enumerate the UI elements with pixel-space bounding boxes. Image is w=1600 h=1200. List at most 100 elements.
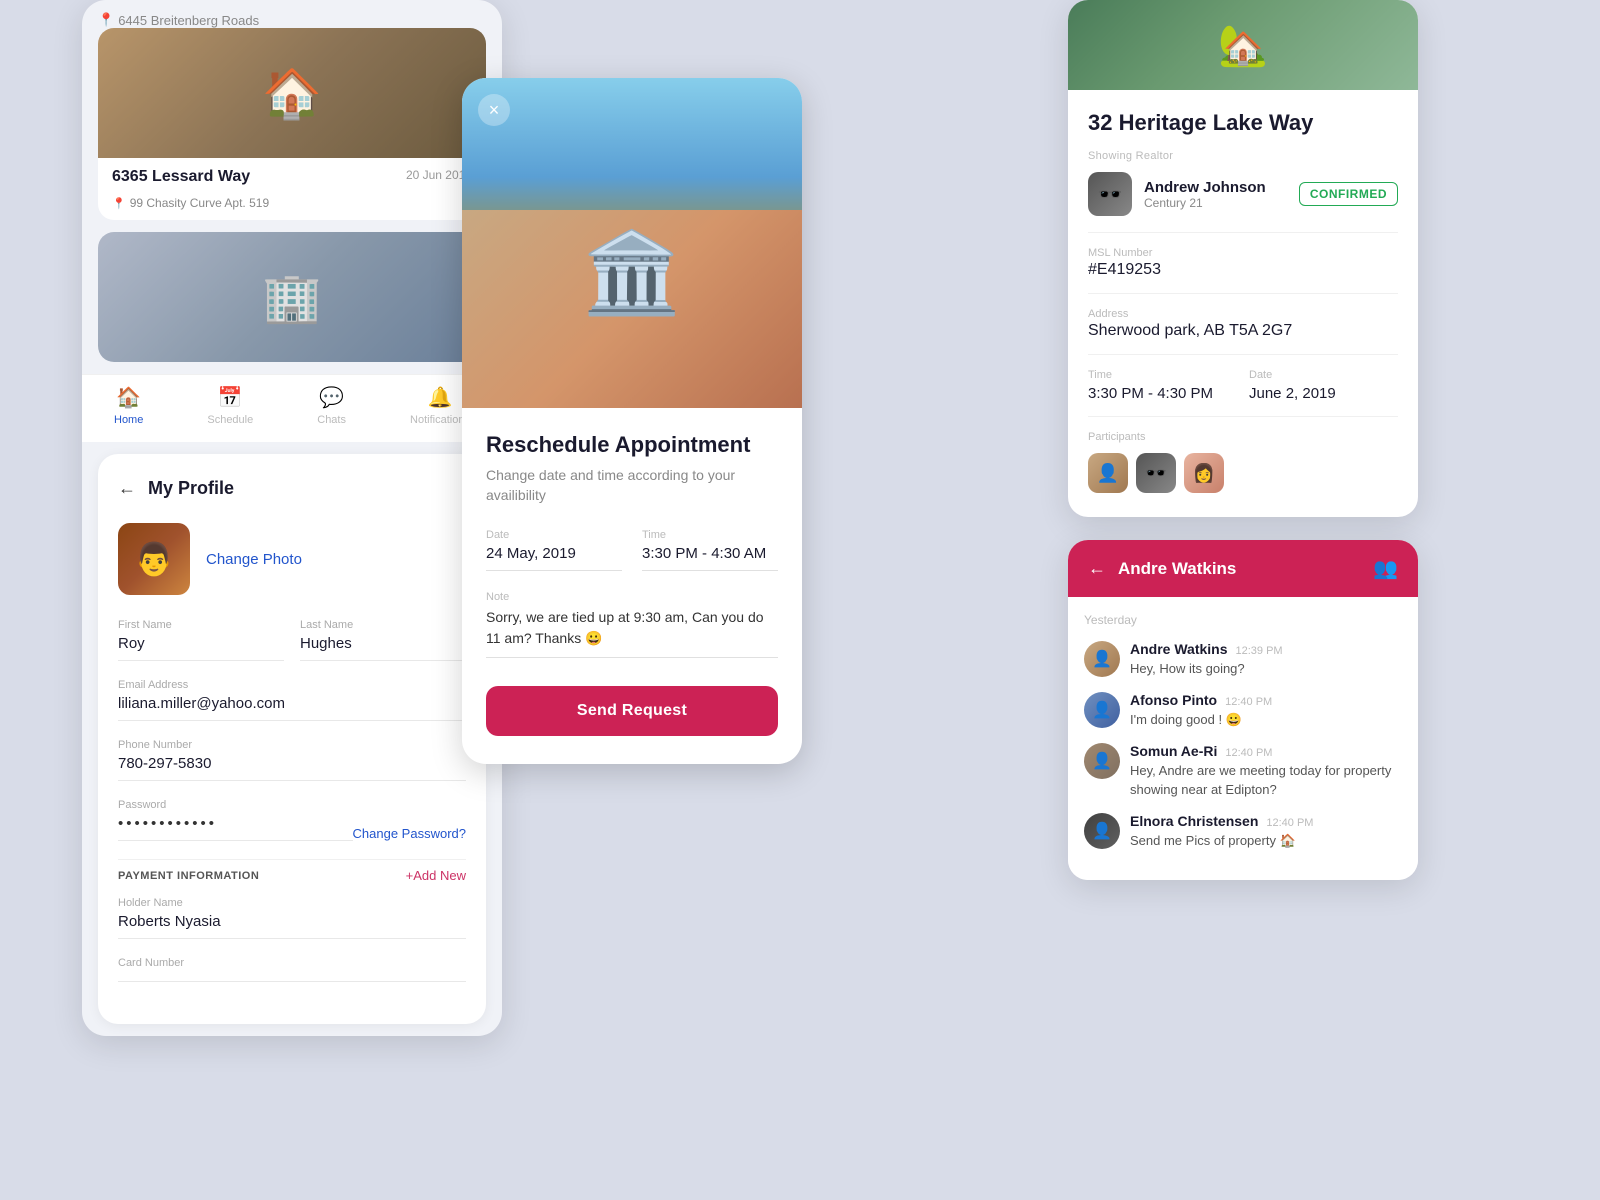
modal-note-value[interactable]: Sorry, we are tied up at 9:30 am, Can yo… <box>486 607 778 658</box>
chat-message-1: 👤 Afonso Pinto 12:40 PM I'm doing good !… <box>1084 692 1402 729</box>
msl-value: #E419253 <box>1088 261 1398 279</box>
modal-subtitle: Change date and time according to your a… <box>486 466 778 505</box>
chat-msg-header-0: Andre Watkins 12:39 PM <box>1130 641 1283 657</box>
chat-msg-text-0: Hey, How its going? <box>1130 660 1283 678</box>
msl-row: MSL Number #E419253 <box>1088 247 1398 279</box>
nav-home-label: Home <box>114 414 143 426</box>
realtor-name: Andrew Johnson <box>1144 179 1266 196</box>
property-card-1[interactable]: 6365 Lessard Way 20 Jun 2019 📍 99 Chasit… <box>98 28 486 220</box>
time-date-grid: Time 3:30 PM - 4:30 PM Date June 2, 2019 <box>1088 369 1398 402</box>
realtor-info: 🕶️ Andrew Johnson Century 21 <box>1088 172 1266 216</box>
modal-note-label: Note <box>486 591 778 603</box>
reschedule-modal: × Reschedule Appointment Change date and… <box>462 78 802 764</box>
modal-date-time-row: Date 24 May, 2019 Time 3:30 PM - 4:30 AM <box>486 529 778 571</box>
chat-msg-name-2: Somun Ae-Ri <box>1130 743 1217 759</box>
chat-avatar-1: 👤 <box>1084 692 1120 728</box>
modal-date-label: Date <box>486 529 622 541</box>
last-name-value[interactable]: Hughes <box>300 635 466 661</box>
chat-back-button[interactable]: ← <box>1088 558 1106 579</box>
chat-msg-name-1: Afonso Pinto <box>1130 692 1217 708</box>
modal-hero-image: × <box>462 78 802 408</box>
password-row: Password •••••••••••• Change Password? <box>118 799 466 841</box>
chat-msg-text-2: Hey, Andre are we meeting today for prop… <box>1130 762 1402 798</box>
chat-msg-header-1: Afonso Pinto 12:40 PM <box>1130 692 1272 708</box>
send-request-button[interactable]: Send Request <box>486 686 778 736</box>
modal-date-value[interactable]: 24 May, 2019 <box>486 545 622 571</box>
time-item: Time 3:30 PM - 4:30 PM <box>1088 369 1237 402</box>
change-photo-button[interactable]: Change Photo <box>206 551 302 568</box>
change-password-link[interactable]: Change Password? <box>353 826 466 841</box>
card-number-row: Card Number <box>118 957 466 982</box>
modal-time-value[interactable]: 3:30 PM - 4:30 AM <box>642 545 778 571</box>
msl-label: MSL Number <box>1088 247 1398 259</box>
password-value[interactable]: •••••••••••• <box>118 815 353 841</box>
property-name-1: 6365 Lessard Way <box>112 168 250 186</box>
realtor-details: Andrew Johnson Century 21 <box>1144 179 1266 210</box>
modal-content: Reschedule Appointment Change date and t… <box>462 408 802 764</box>
nav-chats[interactable]: 💬 Chats <box>317 385 346 426</box>
property-info-1: 6365 Lessard Way 20 Jun 2019 <box>98 158 486 196</box>
time-value: 3:30 PM - 4:30 PM <box>1088 385 1237 402</box>
first-name-value[interactable]: Roy <box>118 635 284 661</box>
date-value: June 2, 2019 <box>1249 385 1398 402</box>
divider-1 <box>1088 232 1398 233</box>
back-arrow-icon[interactable]: ← <box>118 478 136 499</box>
profile-title: My Profile <box>148 478 234 499</box>
chat-panel: ← Andre Watkins 👥 Yesterday 👤 Andre Watk… <box>1068 540 1418 880</box>
participants-row: 👤 🕶️ 👩 <box>1088 453 1398 493</box>
profile-panel: ← My Profile 👨 Change Photo First Name R… <box>98 454 486 1024</box>
nav-home[interactable]: 🏠 Home <box>114 385 143 426</box>
chat-header-left: ← Andre Watkins <box>1088 558 1236 579</box>
address-value: Sherwood park, AB T5A 2G7 <box>1088 322 1398 340</box>
holder-name-value[interactable]: Roberts Nyasia <box>118 913 466 939</box>
add-new-button[interactable]: +Add New <box>406 868 466 883</box>
chat-msg-content-0: Andre Watkins 12:39 PM Hey, How its goin… <box>1130 641 1283 678</box>
payment-title: PAYMENT INFORMATION <box>118 870 259 882</box>
nav-schedule[interactable]: 📅 Schedule <box>207 385 253 426</box>
property-hero-image: 🏡 <box>1068 0 1418 90</box>
chat-message-0: 👤 Andre Watkins 12:39 PM Hey, How its go… <box>1084 641 1402 678</box>
property-detail-panel: 🏡 32 Heritage Lake Way Showing Realtor 🕶… <box>1068 0 1418 517</box>
profile-header: ← My Profile <box>118 478 466 499</box>
nav-notifications[interactable]: 🔔 Notifications <box>410 385 470 426</box>
chat-msg-header-3: Elnora Christensen 12:40 PM <box>1130 813 1313 829</box>
address-row: Address Sherwood park, AB T5A 2G7 <box>1088 308 1398 340</box>
date-item: Date June 2, 2019 <box>1249 369 1398 402</box>
email-field: Email Address liliana.miller@yahoo.com <box>118 679 466 721</box>
first-name-label: First Name <box>118 619 284 631</box>
property-street: 32 Heritage Lake Way <box>1088 110 1398 136</box>
close-button[interactable]: × <box>478 94 510 126</box>
chat-body: Yesterday 👤 Andre Watkins 12:39 PM Hey, … <box>1068 597 1418 880</box>
password-label: Password <box>118 799 353 811</box>
schedule-icon: 📅 <box>218 385 243 410</box>
realtor-row: 🕶️ Andrew Johnson Century 21 CONFIRMED <box>1088 172 1398 216</box>
home-icon: 🏠 <box>116 385 141 410</box>
property-card-2[interactable] <box>98 232 486 362</box>
address-label: Address <box>1088 308 1398 320</box>
left-phone-panel: 📍 6445 Breitenberg Roads 6365 Lessard Wa… <box>82 0 502 1036</box>
time-label: Time <box>1088 369 1237 381</box>
chat-group-icon[interactable]: 👥 <box>1373 556 1398 581</box>
chat-msg-name-3: Elnora Christensen <box>1130 813 1258 829</box>
chat-msg-text-3: Send me Pics of property 🏠 <box>1130 832 1313 850</box>
confirmed-badge: CONFIRMED <box>1299 182 1398 206</box>
chat-msg-content-2: Somun Ae-Ri 12:40 PM Hey, Andre are we m… <box>1130 743 1402 798</box>
name-row: First Name Roy Last Name Hughes <box>118 619 466 661</box>
nav-schedule-label: Schedule <box>207 414 253 426</box>
card-number-value[interactable] <box>118 973 466 982</box>
modal-title: Reschedule Appointment <box>486 432 778 458</box>
chat-msg-text-1: I'm doing good ! 😀 <box>1130 711 1272 729</box>
email-value[interactable]: liliana.miller@yahoo.com <box>118 695 466 721</box>
chats-icon: 💬 <box>319 385 344 410</box>
nav-chats-label: Chats <box>317 414 346 426</box>
card-number-label: Card Number <box>118 957 466 969</box>
first-name-field: First Name Roy <box>118 619 284 661</box>
chat-avatar-0: 👤 <box>1084 641 1120 677</box>
divider-2 <box>1088 293 1398 294</box>
property-image-2 <box>98 232 486 362</box>
realtor-company: Century 21 <box>1144 196 1266 210</box>
profile-photo-row: 👨 Change Photo <box>118 523 466 595</box>
chat-msg-header-2: Somun Ae-Ri 12:40 PM <box>1130 743 1402 759</box>
chat-msg-time-2: 12:40 PM <box>1225 747 1272 759</box>
phone-value[interactable]: 780-297-5830 <box>118 755 466 781</box>
